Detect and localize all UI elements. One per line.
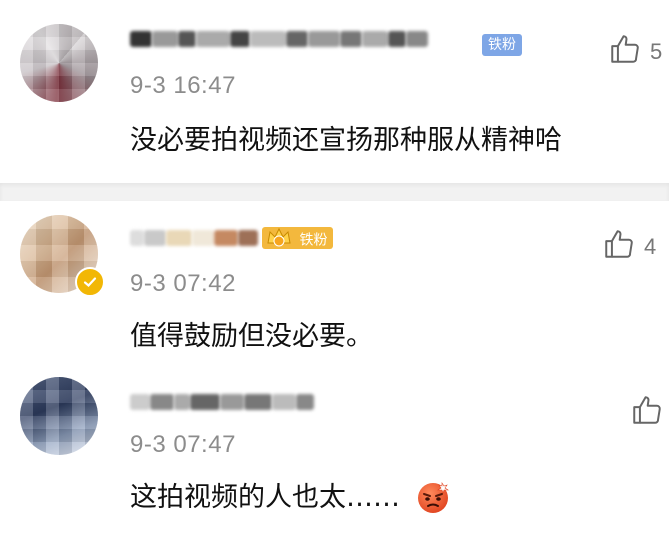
comment-text: 值得鼓励但没必要。	[130, 321, 373, 352]
comment-text: 这拍视频的人也太……	[130, 475, 451, 517]
fan-badge-label: 铁粉	[299, 232, 328, 249]
like-count: 5	[650, 39, 663, 64]
comment-text: 没必要拍视频还宣扬那种服从精神哈	[130, 125, 562, 156]
like-count: 4	[644, 234, 657, 259]
username[interactable]	[130, 28, 428, 50]
thumbs-up-icon	[602, 227, 636, 267]
comment-item: 铁粉 9-3 07:42 值得鼓励但没必要。 4	[0, 201, 669, 369]
thumbs-up-icon	[608, 32, 642, 72]
comment-time: 9-3 07:47	[130, 431, 236, 458]
comment-time: 9-3 16:47	[130, 72, 236, 99]
comment-text-content: 这拍视频的人也太……	[130, 482, 400, 513]
like-button[interactable]: 4	[602, 227, 656, 267]
fan-badge: 铁粉	[262, 227, 334, 249]
comment-item: 9-3 07:47 这拍视频的人也太……	[0, 369, 669, 533]
comment-item: 铁粉 9-3 16:47 没必要拍视频还宣扬那种服从精神哈 5	[0, 0, 669, 183]
angry-face-emoji	[415, 479, 451, 515]
comment-time: 9-3 07:42	[130, 270, 236, 297]
avatar[interactable]	[20, 24, 98, 102]
username[interactable]	[130, 391, 314, 413]
comment-separator	[0, 183, 669, 201]
username[interactable]	[130, 227, 258, 249]
like-button[interactable]: 5	[608, 32, 662, 72]
like-button[interactable]	[630, 393, 669, 433]
thumbs-up-icon	[630, 393, 664, 433]
avatar[interactable]	[20, 377, 98, 455]
fan-badge: 铁粉	[482, 34, 522, 56]
verified-badge-icon	[75, 267, 105, 297]
crown-icon	[266, 227, 292, 254]
